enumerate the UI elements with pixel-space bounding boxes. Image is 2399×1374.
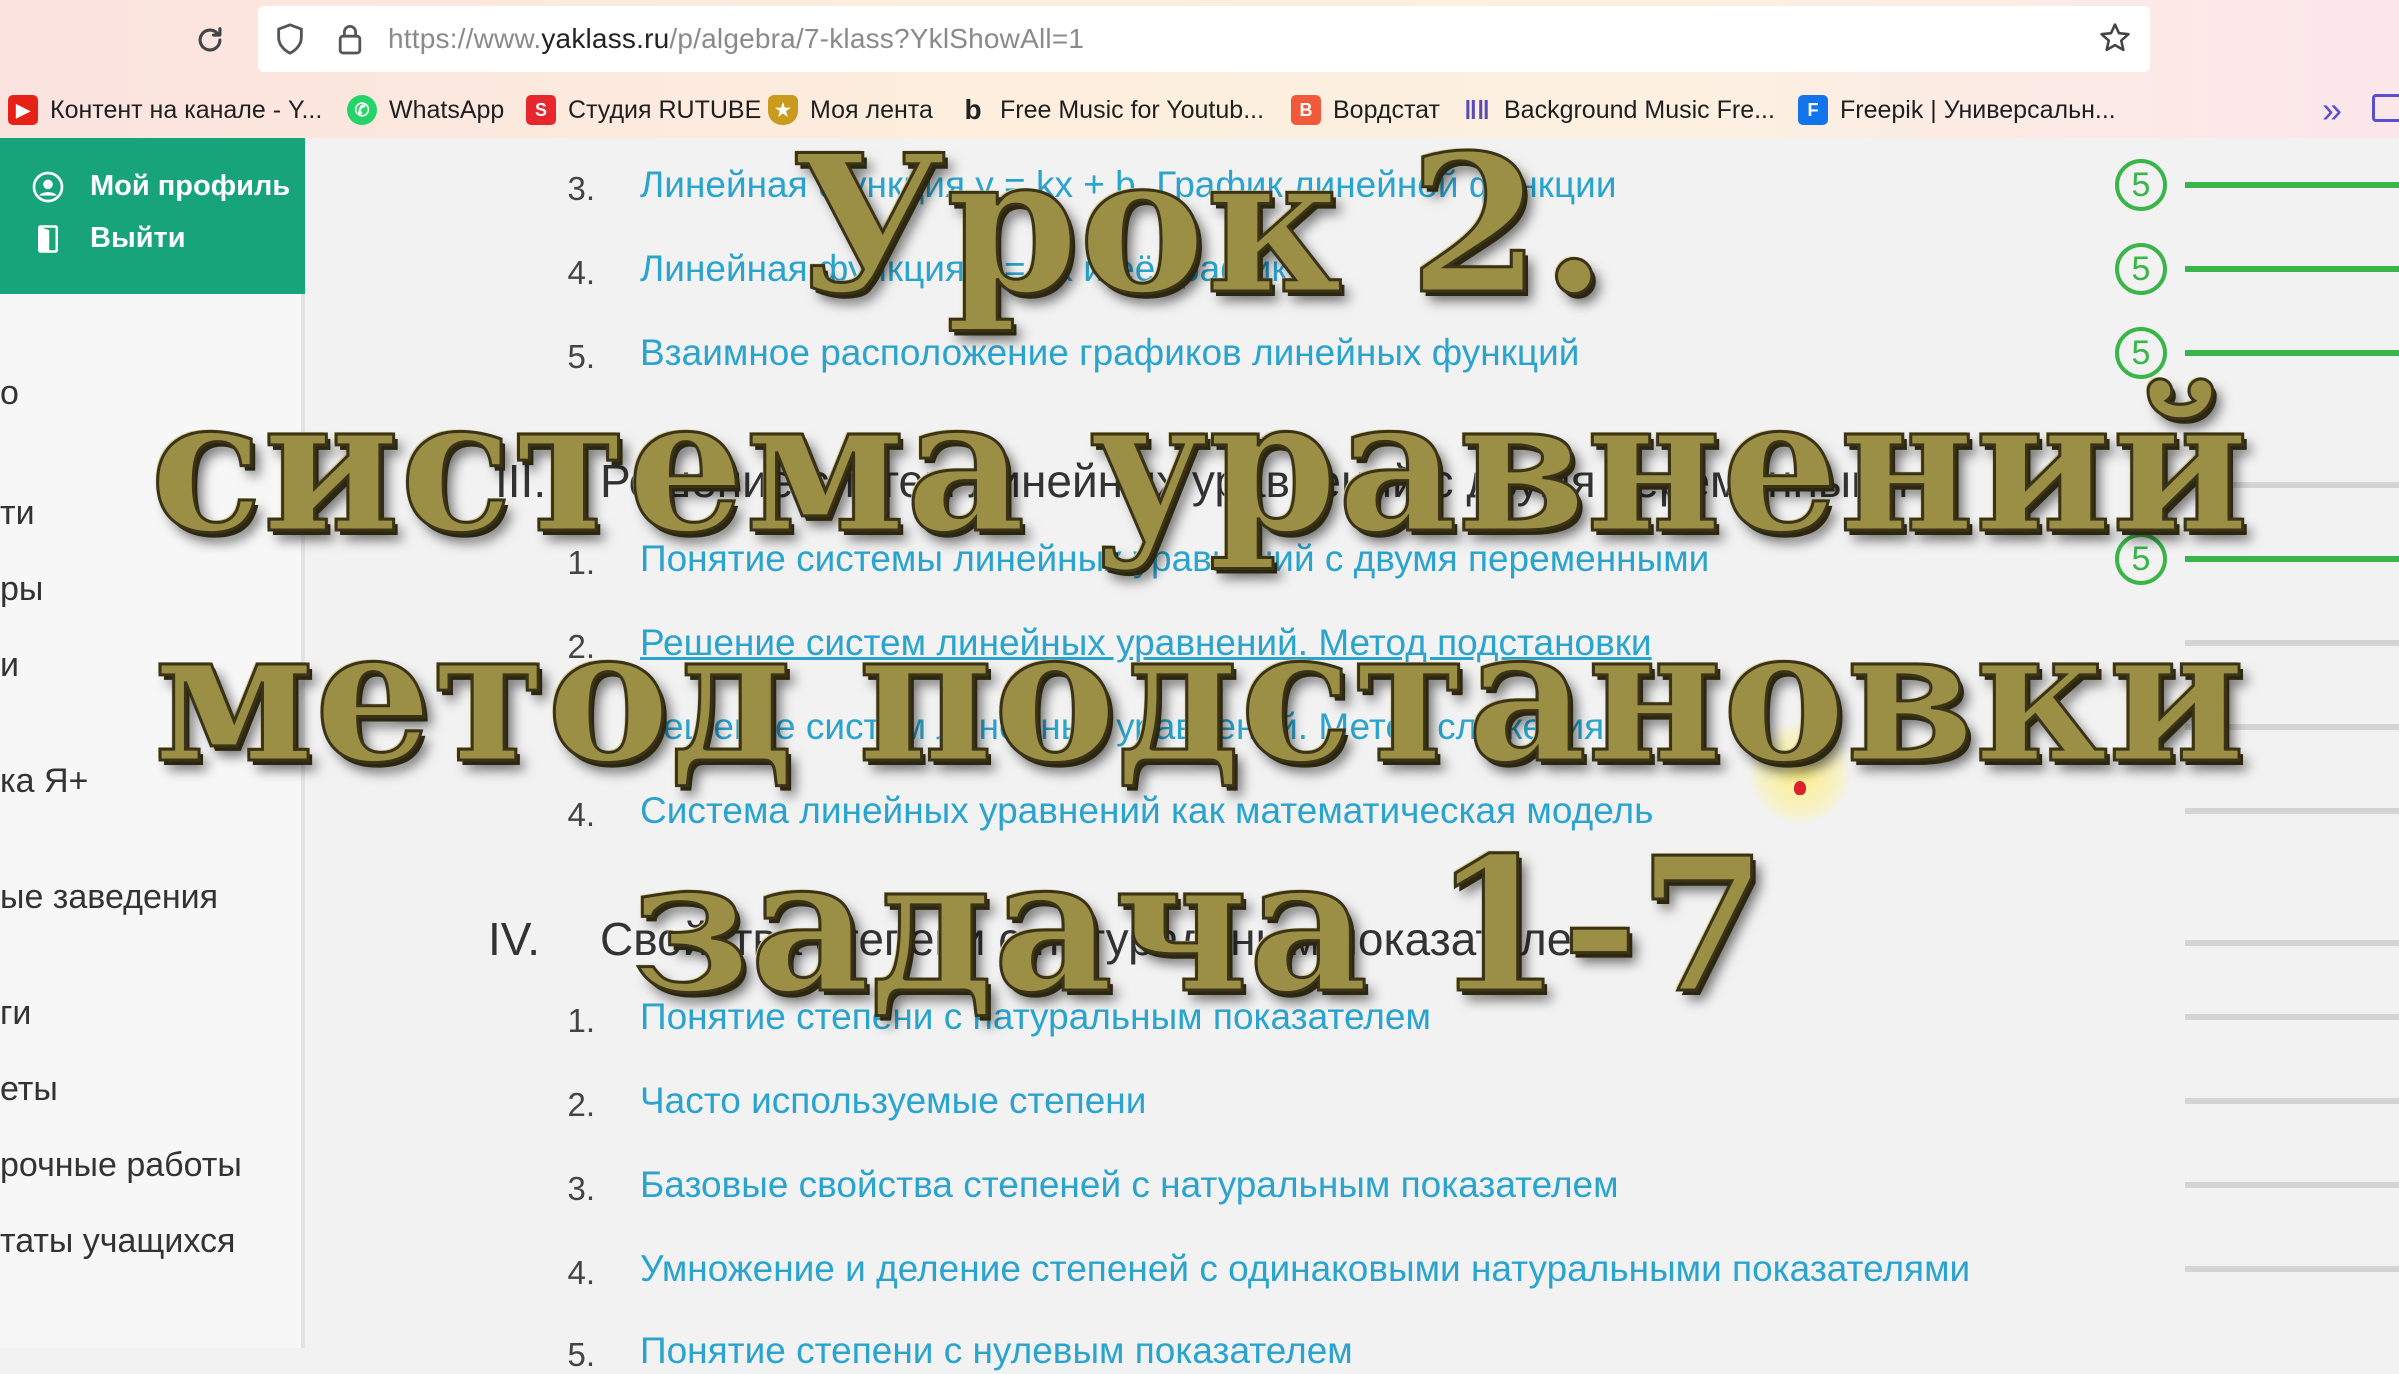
logout-label: Выйти xyxy=(90,222,186,254)
whatsapp-icon: ✆ xyxy=(347,95,377,125)
progress-bar xyxy=(2185,556,2399,562)
bookmark-free-music[interactable]: b Free Music for Youtub... xyxy=(958,86,1264,134)
section-number: IV. xyxy=(488,913,541,965)
lock-icon[interactable] xyxy=(330,18,370,60)
topic-number: 4. xyxy=(567,796,595,833)
bookmark-label: Моя лента xyxy=(810,95,933,124)
sidebar-item[interactable]: рочные работы xyxy=(0,1146,242,1185)
my-profile-link[interactable]: Мой профиль xyxy=(32,170,290,203)
bookmark-wordstat[interactable]: В Вордстат xyxy=(1291,86,1440,134)
logout-link[interactable]: Выйти xyxy=(32,222,186,255)
sidebar-item[interactable]: ти xyxy=(0,494,35,533)
profile-label: Мой профиль xyxy=(90,170,291,202)
topic-number: 3. xyxy=(567,712,595,749)
bookmark-rutube-studio[interactable]: S Студия RUTUBE xyxy=(526,86,761,134)
shield-badge-icon: ★ xyxy=(768,95,798,125)
progress-bar xyxy=(2185,1098,2399,1104)
tracking-shield-icon[interactable] xyxy=(270,18,310,60)
cursor-highlight xyxy=(1750,723,1850,823)
sidebar-item[interactable]: ые заведения xyxy=(0,878,218,917)
progress-bar xyxy=(2185,266,2399,272)
section-title: Решение систем линейных уравнений с двум… xyxy=(600,455,1909,507)
progress-bar xyxy=(2185,182,2399,188)
topic-link[interactable]: Взаимное расположение графиков линейных … xyxy=(640,332,1579,374)
bookmark-label: Вордстат xyxy=(1333,95,1440,124)
topic-link[interactable]: Понятие степени с нулевым показателем xyxy=(640,1330,1353,1372)
topic-link[interactable]: Базовые свойства степеней с натуральным … xyxy=(640,1164,1619,1206)
profile-panel: Мой профиль Выйти xyxy=(0,138,305,294)
topic-number: 1. xyxy=(567,1002,595,1039)
folder-icon[interactable] xyxy=(2372,94,2399,122)
topic-number: 4. xyxy=(567,254,595,291)
sidebar-nav: о ти ры и ка Я+ ые заведения ги еты рочн… xyxy=(0,294,305,1348)
score-badge: 5 xyxy=(2115,533,2167,585)
bookmark-whatsapp[interactable]: ✆ WhatsApp xyxy=(347,86,504,134)
user-icon xyxy=(32,171,64,203)
bookmark-label: Free Music for Youtub... xyxy=(1000,95,1265,124)
topic-link[interactable]: Решение систем линейных уравнений. Метод… xyxy=(640,706,1604,748)
sidebar-item[interactable]: ги xyxy=(0,994,31,1033)
topic-link[interactable]: Понятие степени с натуральным показателе… xyxy=(640,996,1431,1038)
sidebar-item[interactable]: и xyxy=(0,646,19,685)
topic-link[interactable]: Система линейных уравнений как математич… xyxy=(640,790,1653,832)
chevron-double-right-icon[interactable]: » xyxy=(2310,88,2354,132)
topic-link[interactable]: Понятие системы линейных уравнений с дву… xyxy=(640,538,1709,580)
youtube-icon: ▶ xyxy=(8,95,38,125)
topic-link[interactable]: Умножение и деление степеней с одинаковы… xyxy=(640,1248,1970,1290)
section-title: Свойства степени с натуральным показател… xyxy=(600,913,1604,965)
bookmark-label: Контент на канале - Y... xyxy=(50,95,323,124)
mouse-cursor xyxy=(1794,781,1806,795)
bookmark-label: Background Music Fre... xyxy=(1504,95,1775,124)
bookmark-label: WhatsApp xyxy=(389,95,505,124)
topic-number: 5. xyxy=(567,1336,595,1373)
section-progress-bar xyxy=(2185,482,2228,488)
sidebar-item[interactable]: еты xyxy=(0,1070,58,1109)
topic-link[interactable]: Часто используемые степени xyxy=(640,1080,1146,1122)
topic-link[interactable]: Решение систем линейных уравнений. Метод… xyxy=(640,622,1652,664)
bookmark-star-icon[interactable] xyxy=(2093,16,2137,60)
progress-bar xyxy=(2185,640,2399,646)
bookmark-label: Студия RUTUBE xyxy=(568,95,762,124)
music-b-icon: b xyxy=(964,94,982,125)
equalizer-icon: ‖‖ xyxy=(1464,94,1490,125)
progress-bar xyxy=(2185,1014,2399,1020)
browser-toolbar: https://www.yaklass.ru/p/algebra/7-klass… xyxy=(0,0,2399,138)
bookmark-label: Freepik | Универсальн... xyxy=(1840,95,2116,124)
section-number: III. xyxy=(495,455,547,507)
logout-door-icon xyxy=(32,223,64,255)
course-topic-list: 3. Линейная функция y = kx + b. График л… xyxy=(310,138,2399,1373)
topic-number: 4. xyxy=(567,1254,595,1291)
topic-number: 1. xyxy=(567,544,595,581)
progress-bar xyxy=(2185,1182,2399,1188)
topic-number: 2. xyxy=(567,628,595,665)
topic-link[interactable]: Линейная функция y = kx + b. График лине… xyxy=(640,164,1617,206)
progress-bar xyxy=(2185,808,2399,814)
topic-number: 3. xyxy=(567,1170,595,1207)
reload-icon[interactable] xyxy=(188,18,232,62)
score-badge: 5 xyxy=(2115,327,2167,379)
progress-bar xyxy=(2185,350,2399,356)
section-progress-track xyxy=(2185,940,2399,946)
sidebar-item[interactable]: ка Я+ xyxy=(0,762,88,801)
bookmark-background-music[interactable]: ‖‖ Background Music Fre... xyxy=(1462,86,1775,134)
rutube-icon: S xyxy=(526,95,556,125)
topic-link[interactable]: Линейная функция y = kx и её график xyxy=(640,248,1288,290)
score-badge: 5 xyxy=(2115,159,2167,211)
sidebar-item[interactable]: о xyxy=(0,374,19,413)
score-badge: 5 xyxy=(2115,243,2167,295)
url-text[interactable]: https://www.yaklass.ru/p/algebra/7-klass… xyxy=(388,18,1084,60)
topic-number: 5. xyxy=(567,338,595,375)
wordstat-icon: В xyxy=(1291,95,1321,125)
progress-bar xyxy=(2185,724,2399,730)
progress-bar xyxy=(2185,1266,2399,1272)
bookmark-youtube-content[interactable]: ▶ Контент на канале - Y... xyxy=(8,86,322,134)
bookmarks-bar: ▶ Контент на канале - Y... ✆ WhatsApp S … xyxy=(0,86,2399,134)
topic-number: 3. xyxy=(567,170,595,207)
sidebar-item[interactable]: ры xyxy=(0,570,43,609)
freepik-icon: F xyxy=(1798,95,1828,125)
bookmark-my-feed[interactable]: ★ Моя лента xyxy=(768,86,933,134)
topic-number: 2. xyxy=(567,1086,595,1123)
bookmark-freepik[interactable]: F Freepik | Универсальн... xyxy=(1798,86,2116,134)
sidebar-item[interactable]: таты учащихся xyxy=(0,1222,235,1261)
